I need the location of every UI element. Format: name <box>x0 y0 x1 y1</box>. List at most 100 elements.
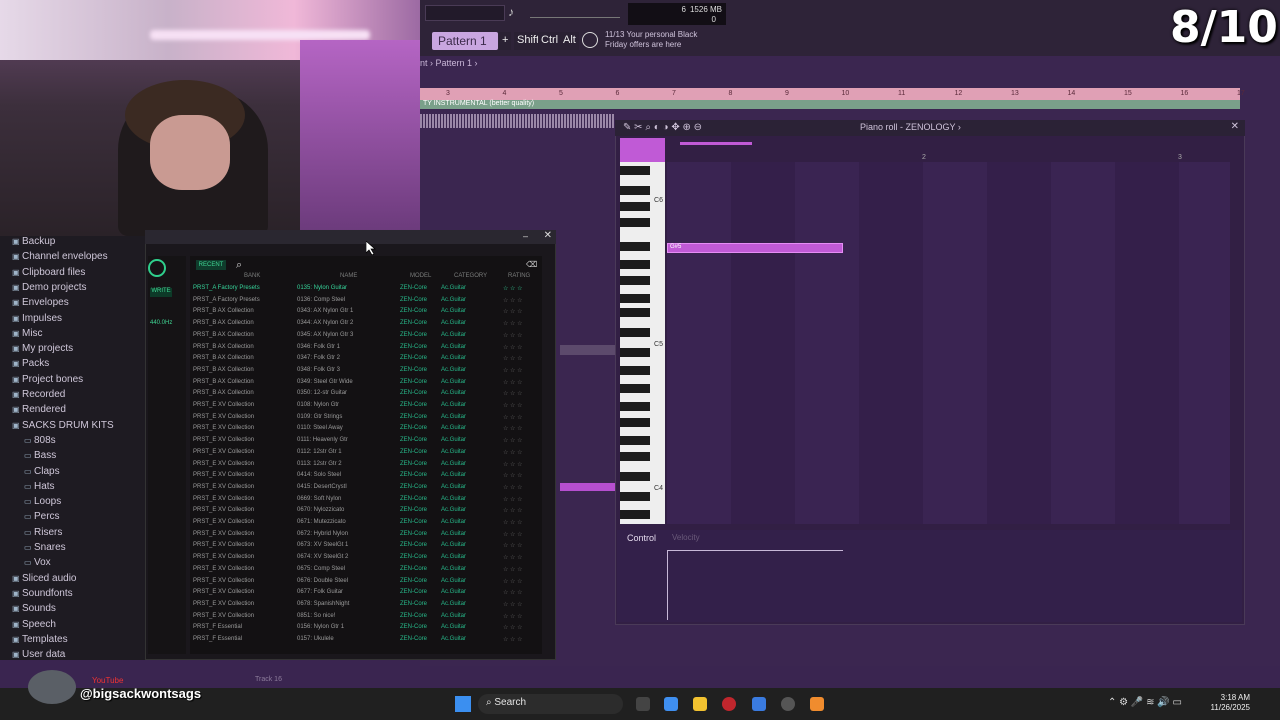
news-panel[interactable]: 11/13 Your personal Black Friday offers … <box>605 30 705 50</box>
midi-note[interactable]: G#5 <box>667 243 843 253</box>
rating-stars[interactable]: ☆ ☆ ☆ <box>503 402 522 409</box>
rating-stars[interactable]: ☆ ☆ ☆ <box>503 613 522 620</box>
preset-row[interactable]: PRST_E XV Collection 0671: Mutezzicato ZEN… <box>193 519 533 531</box>
opera-icon[interactable] <box>722 697 736 711</box>
task-view-icon[interactable] <box>636 697 650 711</box>
preset-row[interactable]: PRST_E XV Collection 0669: Soft Nylon ZEN-… <box>193 496 533 508</box>
rating-stars[interactable]: ☆ ☆ ☆ <box>503 472 522 479</box>
rating-stars[interactable]: ☆ ☆ ☆ <box>503 507 522 514</box>
browser-item[interactable]: ▣ Project bones <box>12 374 83 388</box>
preset-row[interactable]: PRST_A Factory Presets 0135: Nylon Guitar… <box>193 285 533 297</box>
browser-item[interactable]: ▣ Channel envelopes <box>12 251 108 265</box>
close-icon[interactable]: ✕ <box>1231 121 1239 132</box>
preset-row[interactable]: PRST_E XV Collection 0414: Solo Steel ZEN-… <box>193 472 533 484</box>
preset-row[interactable]: PRST_B AX Collection 0349: Steel Gtr Wide… <box>193 379 533 391</box>
rating-stars[interactable]: ☆ ☆ ☆ <box>503 332 522 339</box>
rating-stars[interactable]: ☆ ☆ ☆ <box>503 297 522 304</box>
browser-item[interactable]: ▣ Rendered <box>12 404 66 418</box>
browser-item[interactable]: ▣ Packs <box>12 358 49 372</box>
audio-clip-header[interactable]: TY INSTRUMENTAL (better quality) <box>420 100 1240 109</box>
note-grid[interactable] <box>667 162 1230 524</box>
copilot-icon[interactable] <box>664 697 678 711</box>
preset-row[interactable]: PRST_E XV Collection 0851: So nice! ZEN-Co… <box>193 613 533 625</box>
preset-row[interactable]: PRST_E XV Collection 0675: Comp Steel ZEN-… <box>193 566 533 578</box>
velocity-bar[interactable] <box>667 550 843 620</box>
preset-row[interactable]: PRST_B AX Collection 0343: AX Nylon Gtr 1… <box>193 308 533 320</box>
preset-row[interactable]: PRST_E XV Collection 0678: SpanishNight ZE… <box>193 601 533 613</box>
black-key[interactable] <box>620 348 650 357</box>
rating-stars[interactable]: ☆ ☆ ☆ <box>503 566 522 573</box>
browser-item[interactable]: ▭ Vox <box>24 557 51 571</box>
audio-waveform[interactable] <box>420 114 615 128</box>
preset-row[interactable]: PRST_E XV Collection 0673: XV SteelGt 1 ZE… <box>193 542 533 554</box>
browser-item[interactable]: ▣ Speech <box>12 619 56 633</box>
preset-row[interactable]: PRST_B AX Collection 0345: AX Nylon Gtr 3… <box>193 332 533 344</box>
rating-stars[interactable]: ☆ ☆ ☆ <box>503 589 522 596</box>
rating-stars[interactable]: ☆ ☆ ☆ <box>503 367 522 374</box>
store-icon[interactable] <box>752 697 766 711</box>
rating-stars[interactable]: ☆ ☆ ☆ <box>503 449 522 456</box>
steam-icon[interactable] <box>781 697 795 711</box>
preset-row[interactable]: PRST_E XV Collection 0415: DesertCrystl ZE… <box>193 484 533 496</box>
column-header[interactable]: MODEL <box>410 273 431 279</box>
rating-stars[interactable]: ☆ ☆ ☆ <box>503 531 522 538</box>
close-icon[interactable]: ✕ <box>544 230 552 241</box>
rating-stars[interactable]: ☆ ☆ ☆ <box>503 542 522 549</box>
column-header[interactable]: NAME <box>340 273 357 279</box>
playlist-clip[interactable] <box>560 345 615 355</box>
black-key[interactable] <box>620 510 650 519</box>
browser-item[interactable]: ▭ Bass <box>24 450 56 464</box>
preset-row[interactable]: PRST_E XV Collection 0112: 12str Gtr 1 ZEN… <box>193 449 533 461</box>
rating-stars[interactable]: ☆ ☆ ☆ <box>503 496 522 503</box>
write-button[interactable]: WRITE <box>150 288 172 297</box>
black-key[interactable] <box>620 242 650 251</box>
rating-stars[interactable]: ☆ ☆ ☆ <box>503 308 522 315</box>
piano-roll-scrollbar[interactable] <box>680 142 752 145</box>
black-key[interactable] <box>620 308 650 317</box>
browser-item[interactable]: ▭ Risers <box>24 527 62 541</box>
black-key[interactable] <box>620 452 650 461</box>
recent-button[interactable]: RECENT <box>196 260 226 270</box>
browser-item[interactable]: ▭ Hats <box>24 481 55 495</box>
black-key[interactable] <box>620 166 650 175</box>
browser-item[interactable]: ▣ Soundfonts <box>12 588 73 602</box>
browser-item[interactable]: ▣ User data <box>12 649 65 663</box>
add-pattern-button[interactable]: + <box>499 32 512 50</box>
browser-item[interactable]: ▣ Demo projects <box>12 282 86 296</box>
browser-item[interactable]: ▣ Backup <box>12 236 55 250</box>
black-key[interactable] <box>620 328 650 337</box>
browser-item[interactable]: ▣ Misc <box>12 328 43 342</box>
rating-stars[interactable]: ☆ ☆ ☆ <box>503 624 522 631</box>
preset-row[interactable]: PRST_B AX Collection 0344: AX Nylon Gtr 2… <box>193 320 533 332</box>
browser-item[interactable]: ▣ Sliced audio <box>12 573 76 587</box>
preset-row[interactable]: PRST_E XV Collection 0113: 12str Gtr 2 ZEN… <box>193 461 533 473</box>
master-tune[interactable]: 440.0Hz <box>150 320 172 326</box>
black-key[interactable] <box>620 366 650 375</box>
rating-stars[interactable]: ☆ ☆ ☆ <box>503 355 522 362</box>
black-key[interactable] <box>620 276 650 285</box>
browser-item[interactable]: ▭ Snares <box>24 542 66 556</box>
master-slider[interactable] <box>530 6 620 18</box>
black-key[interactable] <box>620 436 650 445</box>
browser-item[interactable]: ▣ Recorded <box>12 389 65 403</box>
black-key[interactable] <box>620 186 650 195</box>
preset-row[interactable]: PRST_A Factory Presets 0136: Comp Steel ZE… <box>193 297 533 309</box>
rating-stars[interactable]: ☆ ☆ ☆ <box>503 636 522 643</box>
search-icon[interactable]: ⌕ <box>236 259 242 272</box>
column-header[interactable]: CATEGORY <box>454 273 487 279</box>
preset-row[interactable]: PRST_B AX Collection 0346: Folk Gtr 1 ZEN-… <box>193 344 533 356</box>
browser-item[interactable]: ▣ Templates <box>12 634 68 648</box>
browser-item[interactable]: ▭ 808s <box>24 435 56 449</box>
black-key[interactable] <box>620 492 650 501</box>
browser-item[interactable]: ▭ Loops <box>24 496 61 510</box>
preset-row[interactable]: PRST_B AX Collection 0347: Folk Gtr 2 ZEN-… <box>193 355 533 367</box>
browser-item[interactable]: ▣ Impulses <box>12 313 62 327</box>
column-header[interactable]: RATING <box>508 273 530 279</box>
black-key[interactable] <box>620 402 650 411</box>
black-key[interactable] <box>620 472 650 481</box>
taskbar-search[interactable]: ⌕ Search <box>478 694 623 714</box>
rating-stars[interactable]: ☆ ☆ ☆ <box>503 554 522 561</box>
black-key[interactable] <box>620 260 650 269</box>
metronome-icon[interactable]: ♪ <box>508 5 528 21</box>
control-label[interactable]: Control <box>627 533 656 543</box>
